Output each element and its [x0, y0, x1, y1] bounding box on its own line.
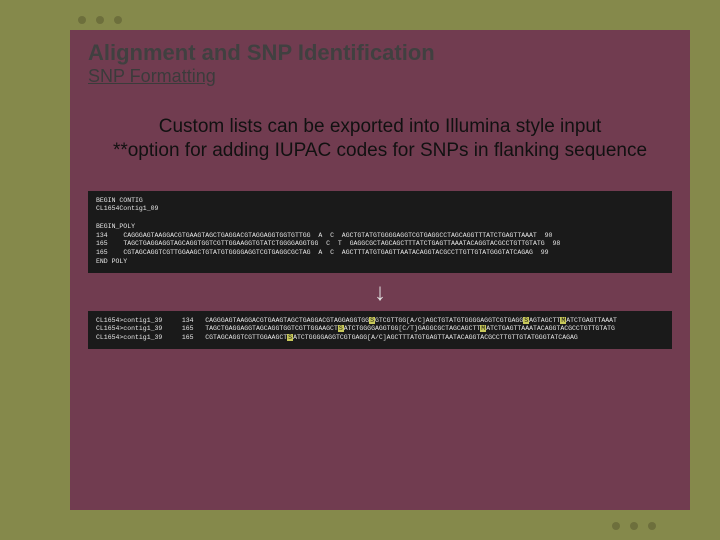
dot-icon — [114, 16, 122, 24]
dot-icon — [96, 16, 104, 24]
terminal-output-top: BEGIN CONTIG CL1654Contig1_09 BEGIN_POLY… — [88, 191, 672, 273]
term-row: CL1654>contig1_39 165 CGTAGCAGGTCGTTGGAA… — [96, 334, 578, 341]
term-row: 165 CGTAGCAGGTCGTTGGAAGCTGTATGTGGGGAGGTC… — [96, 249, 549, 256]
dot-icon — [612, 522, 620, 530]
term-line: BEGIN CONTIG — [96, 197, 143, 204]
slide-title: Alignment and SNP Identification — [88, 40, 672, 66]
term-line: CL1654Contig1_09 — [96, 205, 158, 212]
slide-subtitle: SNP Formatting — [88, 66, 672, 87]
decor-dots-top — [78, 16, 122, 24]
term-line: BEGIN_POLY — [96, 223, 135, 230]
body-line: **option for adding IUPAC codes for SNPs… — [113, 140, 647, 161]
decor-dots-bottom — [612, 522, 656, 530]
term-row: CL1654>contig1_39 134 CAGGGAGTAAGGACGTGA… — [96, 317, 617, 324]
slide-panel: Alignment and SNP Identification SNP For… — [70, 30, 690, 510]
body-line: Custom lists can be exported into Illumi… — [159, 116, 602, 137]
slide-body: Custom lists can be exported into Illumi… — [92, 115, 668, 163]
term-row: 134 CAGGGAGTAAGGACGTGAAGTAGCTGAGGACGTAGG… — [96, 232, 552, 239]
term-line: END POLY — [96, 258, 127, 265]
dot-icon — [78, 16, 86, 24]
terminal-output-bottom: CL1654>contig1_39 134 CAGGGAGTAAGGACGTGA… — [88, 311, 672, 349]
dot-icon — [648, 522, 656, 530]
dot-icon — [630, 522, 638, 530]
term-row: CL1654>contig1_39 165 TAGCTGAGGAGGTAGCAG… — [96, 325, 615, 332]
down-arrow-icon: ↓ — [374, 281, 386, 305]
arrow-wrap: ↓ — [88, 281, 672, 305]
term-row: 165 TAGCTGAGGAGGTAGCAGGTGGTCGTTGGAAGGTGT… — [96, 240, 560, 247]
